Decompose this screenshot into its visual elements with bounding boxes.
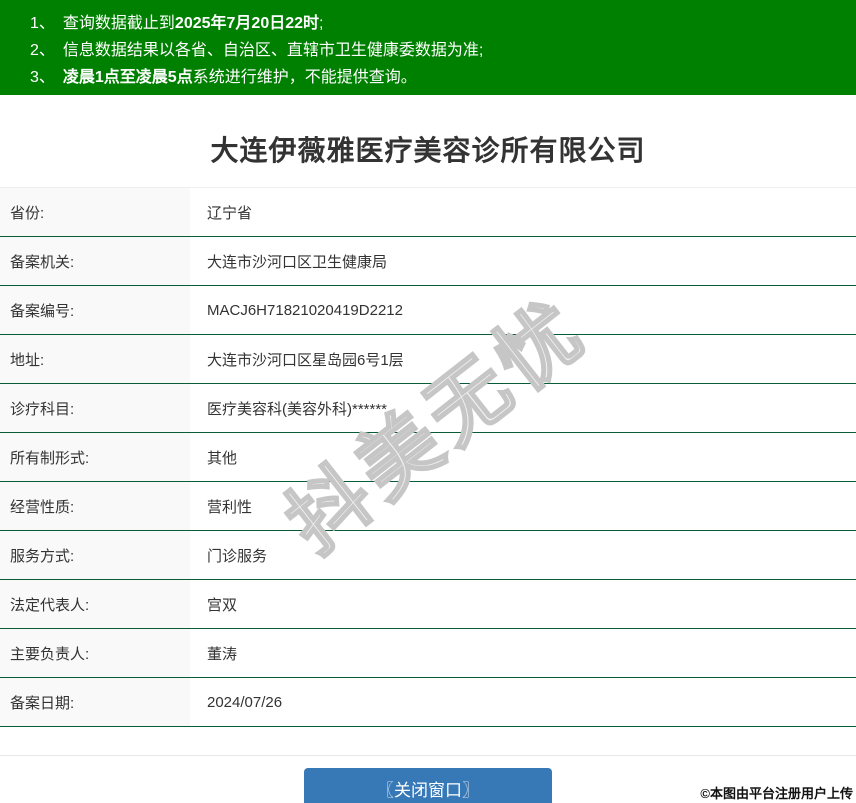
row-value: 门诊服务 <box>190 531 856 579</box>
row-label: 省份: <box>0 188 190 236</box>
notice-number: 1、 <box>30 15 55 32</box>
notice-line-2: 2、 信息数据结果以各省、自治区、直辖市卫生健康委数据为准; <box>30 37 846 64</box>
row-label: 备案日期: <box>0 678 190 726</box>
table-row-address: 地址: 大连市沙河口区星岛园6号1层 <box>0 335 856 384</box>
row-label: 主要负责人: <box>0 629 190 677</box>
notice-line-3: 3、 凌晨1点至凌晨5点系统进行维护，不能提供查询。 <box>30 64 846 91</box>
row-value: 宫双 <box>190 580 856 628</box>
row-value: 营利性 <box>190 482 856 530</box>
row-label: 诊疗科目: <box>0 384 190 432</box>
notice-text: 查询数据截止到 <box>62 15 175 32</box>
table-row-legal-representative: 法定代表人: 宫双 <box>0 580 856 629</box>
notice-text: ; <box>478 42 484 59</box>
row-value: 大连市沙河口区卫生健康局 <box>190 237 856 285</box>
notice-text: ; <box>319 15 324 32</box>
notice-banner: 1、 查询数据截止到2025年7月20日22时; 2、 信息数据结果以各省、自治区、… <box>0 0 856 95</box>
table-row-main-person-in-charge: 主要负责人: 董涛 <box>0 629 856 678</box>
table-row-filing-authority: 备案机关: 大连市沙河口区卫生健康局 <box>0 237 856 286</box>
row-value: 医疗美容科(美容外科)****** <box>190 384 856 432</box>
row-value: 大连市沙河口区星岛园6号1层 <box>190 335 856 383</box>
registration-info-table: 省份: 辽宁省 备案机关: 大连市沙河口区卫生健康局 备案编号: MACJ6H7… <box>0 187 856 727</box>
notice-text: 系统进行维护，不能提供查询。 <box>192 69 417 86</box>
row-value: MACJ6H71821020419D2212 <box>190 286 856 334</box>
row-label: 法定代表人: <box>0 580 190 628</box>
table-row-filing-date: 备案日期: 2024/07/26 <box>0 678 856 727</box>
row-label: 备案机关: <box>0 237 190 285</box>
page-title: 大连伊薇雅医疗美容诊所有限公司 <box>210 135 646 166</box>
notice-number: 3、 <box>30 69 55 86</box>
table-row-filing-number: 备案编号: MACJ6H71821020419D2212 <box>0 286 856 335</box>
table-row-province: 省份: 辽宁省 <box>0 188 856 237</box>
table-row-ownership-form: 所有制形式: 其他 <box>0 433 856 482</box>
row-value: 董涛 <box>190 629 856 677</box>
table-row-treatment-subjects: 诊疗科目: 医疗美容科(美容外科)****** <box>0 384 856 433</box>
row-label: 备案编号: <box>0 286 190 334</box>
row-label: 服务方式: <box>0 531 190 579</box>
notice-text: 信息数据结果以各省、自治区、直辖市卫生健康委数据为准 <box>62 42 479 59</box>
footer-divider <box>0 755 856 756</box>
copyright-stamp: ©本图由平台注册用户上传 <box>700 786 853 801</box>
notice-number: 2、 <box>30 42 55 59</box>
table-row-business-nature: 经营性质: 营利性 <box>0 482 856 531</box>
row-label: 经营性质: <box>0 482 190 530</box>
title-section: 大连伊薇雅医疗美容诊所有限公司 <box>0 95 856 171</box>
row-value: 其他 <box>190 433 856 481</box>
row-value: 辽宁省 <box>190 188 856 236</box>
notice-text-bold: 2025年7月20日22时 <box>174 15 320 32</box>
notice-line-1: 1、 查询数据截止到2025年7月20日22时; <box>30 10 846 37</box>
row-label: 所有制形式: <box>0 433 190 481</box>
row-label: 地址: <box>0 335 190 383</box>
row-value: 2024/07/26 <box>190 678 856 726</box>
notice-text-bold: 凌晨1点至凌晨5点 <box>62 69 193 86</box>
close-window-button[interactable]: 〖关闭窗口〗 <box>304 768 552 803</box>
table-row-service-mode: 服务方式: 门诊服务 <box>0 531 856 580</box>
query-result-page: 1、 查询数据截止到2025年7月20日22时; 2、 信息数据结果以各省、自治区、… <box>0 0 856 803</box>
